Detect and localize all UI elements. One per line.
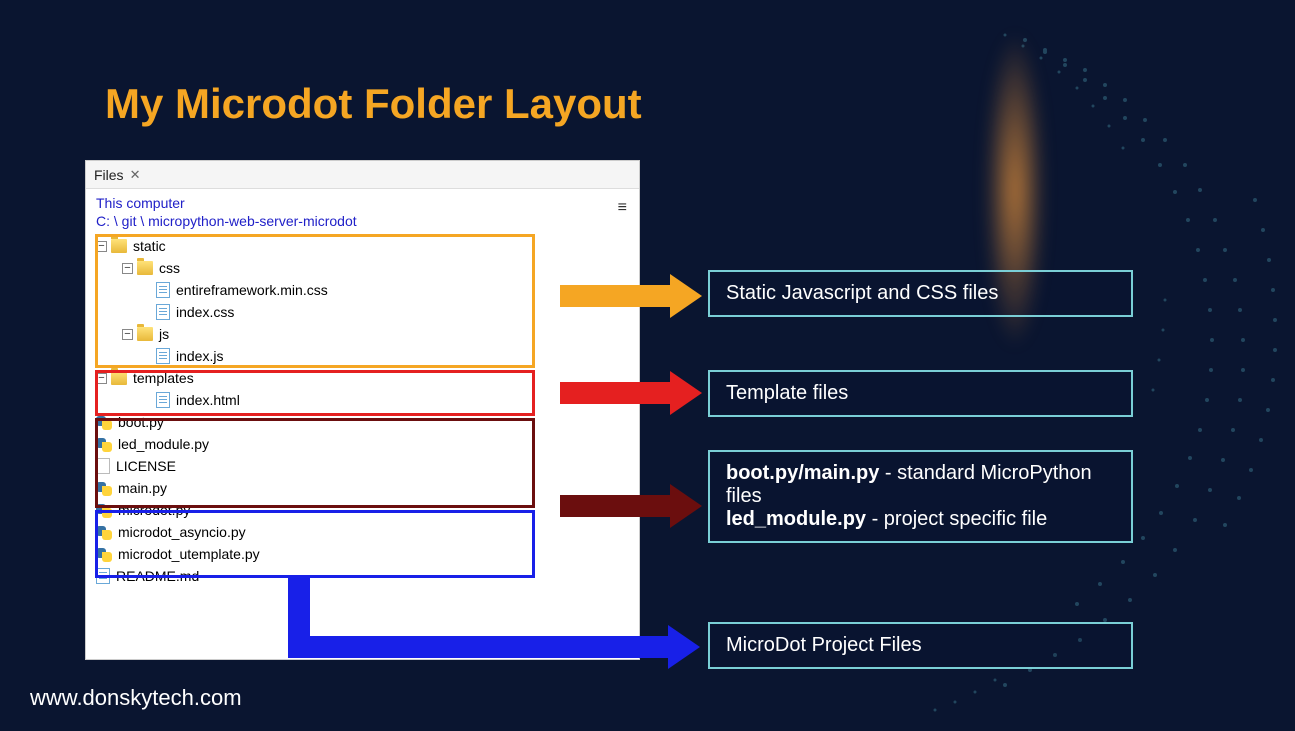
- callout-microdot: MicroDot Project Files: [708, 622, 1133, 669]
- tree-file-microdot[interactable]: microdot.py: [86, 499, 639, 521]
- panel-header: This computer C: \ git \ micropython-web…: [86, 189, 639, 231]
- tree-label: main.py: [118, 480, 167, 496]
- tree-label: boot.py: [118, 414, 164, 430]
- tree-label: css: [159, 260, 180, 276]
- tree-file-microdot-utemplate[interactable]: microdot_utemplate.py: [86, 543, 639, 565]
- python-icon: [96, 436, 112, 452]
- tree-file-readme[interactable]: README.md: [86, 565, 639, 587]
- tree-file-indexhtml[interactable]: index.html: [86, 389, 639, 411]
- path-breadcrumb[interactable]: C: \ git \ micropython-web-server-microd…: [96, 213, 629, 229]
- tree-label: microdot_asyncio.py: [118, 524, 246, 540]
- callout-text: - project specific file: [866, 508, 1047, 530]
- file-icon: [96, 458, 110, 474]
- tree-folder-css[interactable]: − css: [86, 257, 639, 279]
- tree-file-microdot-asyncio[interactable]: microdot_asyncio.py: [86, 521, 639, 543]
- folder-icon: [111, 371, 127, 385]
- python-icon: [96, 546, 112, 562]
- file-icon: [156, 348, 170, 364]
- tree-label: index.css: [176, 304, 234, 320]
- folder-icon: [137, 261, 153, 275]
- computer-label[interactable]: This computer: [96, 195, 629, 211]
- tree-label: microdot.py: [118, 502, 190, 518]
- panel-tab-bar: Files ✕: [86, 161, 639, 189]
- python-icon: [96, 524, 112, 540]
- tree-label: index.js: [176, 348, 223, 364]
- slide-title: My Microdot Folder Layout: [105, 80, 642, 128]
- folder-icon: [137, 327, 153, 341]
- callout-text: Template files: [726, 382, 848, 404]
- tree-label: js: [159, 326, 169, 342]
- collapse-icon[interactable]: −: [96, 241, 107, 252]
- tree-folder-templates[interactable]: − templates: [86, 367, 639, 389]
- callout-static: Static Javascript and CSS files: [708, 270, 1133, 317]
- collapse-icon[interactable]: −: [122, 329, 133, 340]
- collapse-icon[interactable]: −: [96, 373, 107, 384]
- tree-label: README.md: [116, 568, 199, 584]
- python-icon: [96, 502, 112, 518]
- callout-text: Static Javascript and CSS files: [726, 282, 998, 304]
- tree-folder-js[interactable]: − js: [86, 323, 639, 345]
- tree-file-indexcss[interactable]: index.css: [86, 301, 639, 323]
- tree-folder-static[interactable]: − static: [86, 235, 639, 257]
- tree-label: LICENSE: [116, 458, 176, 474]
- python-icon: [96, 480, 112, 496]
- files-tab-label: Files: [94, 167, 124, 183]
- tree-label: microdot_utemplate.py: [118, 546, 260, 562]
- tree-file-mainpy[interactable]: main.py: [86, 477, 639, 499]
- file-explorer-panel: Files ✕ This computer C: \ git \ micropy…: [85, 160, 640, 660]
- close-icon[interactable]: ✕: [130, 167, 141, 183]
- tree-label: index.html: [176, 392, 240, 408]
- footer-url: www.donskytech.com: [30, 685, 242, 711]
- tree-label: static: [133, 238, 166, 254]
- folder-icon: [111, 239, 127, 253]
- callout-bold: led_module.py: [726, 508, 866, 530]
- tree-file-indexjs[interactable]: index.js: [86, 345, 639, 367]
- file-icon: [156, 304, 170, 320]
- python-icon: [96, 414, 112, 430]
- tree-file-bootpy[interactable]: boot.py: [86, 411, 639, 433]
- callout-text: MicroDot Project Files: [726, 634, 922, 656]
- tree-file-entireframework[interactable]: entireframework.min.css: [86, 279, 639, 301]
- files-tab[interactable]: Files ✕: [94, 167, 140, 183]
- tree-file-license[interactable]: LICENSE: [86, 455, 639, 477]
- file-icon: [156, 282, 170, 298]
- tree-file-ledmodule[interactable]: led_module.py: [86, 433, 639, 455]
- hamburger-icon[interactable]: ≡: [618, 199, 627, 217]
- callout-templates: Template files: [708, 370, 1133, 417]
- tree-label: entireframework.min.css: [176, 282, 328, 298]
- callout-project: boot.py/main.py - standard MicroPython f…: [708, 450, 1133, 543]
- tree-label: templates: [133, 370, 194, 386]
- tree-label: led_module.py: [118, 436, 209, 452]
- callout-bold: boot.py/main.py: [726, 462, 879, 484]
- file-icon: [96, 568, 110, 584]
- collapse-icon[interactable]: −: [122, 263, 133, 274]
- file-tree: −static −css entireframework.min.css ind…: [86, 231, 639, 587]
- file-icon: [156, 392, 170, 408]
